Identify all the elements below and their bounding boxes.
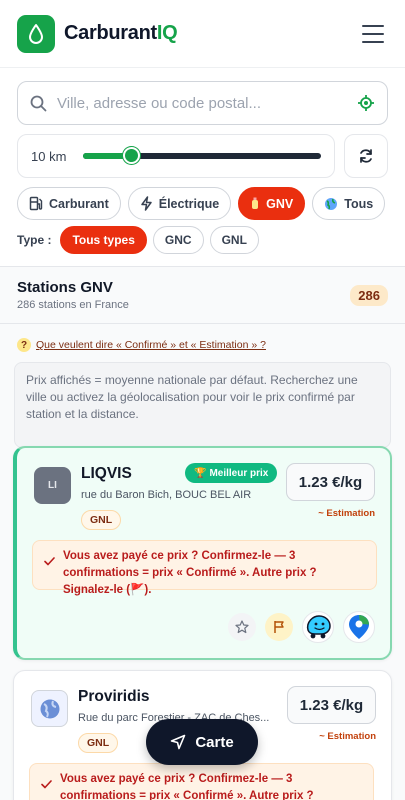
radius-slider[interactable] [83, 147, 321, 164]
trophy-icon: 🏆 [194, 467, 207, 479]
maps-button[interactable] [343, 611, 375, 643]
tab-gnv[interactable]: GNV [238, 187, 306, 220]
type-option-tous-types[interactable]: Tous types [60, 226, 147, 254]
fuel-type-tag: GNL [78, 733, 119, 753]
check-icon [41, 780, 52, 789]
waze-icon [306, 615, 331, 639]
question-icon: ? [17, 338, 31, 352]
stations-subtitle: 286 stations en France [17, 299, 129, 311]
stations-count-badge: 286 [350, 285, 388, 306]
lightning-icon [140, 196, 152, 211]
waze-button[interactable] [302, 611, 334, 643]
station-actions [228, 611, 375, 643]
globe-icon [325, 197, 338, 210]
confirm-price-banner[interactable]: Vous avez payé ce prix ? Confirmez-le — … [32, 540, 377, 596]
station-address: rue du Baron Bich, BOUC BEL AIR [81, 489, 252, 501]
stations-title: Stations GNV [17, 279, 113, 296]
fuel-tabs: Carburant Électrique GNV Tous [17, 187, 386, 220]
price-display[interactable]: 1.23 €/kg [287, 686, 376, 724]
confirm-text: Vous avez payé ce prix ? Confirmez-le — … [60, 773, 314, 800]
map-button[interactable]: Carte [146, 719, 258, 765]
station-name: Proviridis [78, 688, 150, 705]
faq-link-text[interactable]: Que veulent dire « Confirmé » et « Estim… [36, 339, 266, 351]
geolocate-icon[interactable] [357, 94, 375, 112]
tab-tous[interactable]: Tous [312, 187, 386, 220]
confirm-price-banner[interactable]: Vous avez payé ce prix ? Confirmez-le — … [29, 763, 374, 800]
report-button[interactable] [265, 613, 293, 641]
station-logo: LI [34, 467, 71, 504]
refresh-icon [360, 149, 372, 163]
hamburger-icon[interactable] [362, 24, 384, 43]
price-status: ~ Estimation [318, 508, 375, 519]
faq-link[interactable]: ? Que veulent dire « Confirmé » et « Est… [17, 338, 266, 352]
confirm-text: Vous avez payé ce prix ? Confirmez-le — … [63, 550, 317, 596]
info-message: Prix affichés = moyenne nationale par dé… [14, 362, 391, 448]
map-pin-icon [349, 615, 369, 639]
tab-label: Électrique [158, 196, 220, 211]
navigation-arrow-icon [171, 734, 186, 750]
search-bar [17, 81, 388, 125]
price-display[interactable]: 1.23 €/kg [286, 463, 375, 501]
station-name: LIQVIS [81, 465, 132, 482]
gas-cylinder-icon [252, 197, 259, 209]
tab-label: GNV [266, 196, 294, 211]
logo[interactable] [17, 14, 55, 53]
refresh-button[interactable] [344, 134, 388, 178]
radius-control: 10 km [17, 134, 335, 178]
tab-electrique[interactable]: Électrique [127, 187, 232, 220]
tab-carburant[interactable]: Carburant [17, 187, 121, 220]
tab-label: Carburant [49, 196, 109, 211]
filters-panel: 10 km Carburant Électrique [0, 68, 405, 266]
type-option-gnl[interactable]: GNL [209, 226, 259, 254]
price-status: ~ Estimation [319, 731, 376, 742]
best-price-label: Meilleur prix [209, 467, 269, 479]
fuel-type-tag: GNL [81, 510, 122, 530]
drop-icon [29, 23, 43, 44]
fuel-pump-icon [29, 196, 43, 211]
stations-header: Stations GNV 286 stations en France 286 [0, 266, 405, 324]
favorite-button[interactable] [228, 613, 256, 641]
type-filter-label: Type : [17, 233, 52, 247]
brand-name: CarburantIQ [64, 22, 178, 45]
brand-accent: IQ [156, 22, 178, 44]
station-card[interactable]: LI LIQVIS 🏆 Meilleur prix rue du Baron B… [13, 446, 392, 660]
type-option-gnc[interactable]: GNC [152, 226, 204, 254]
slider-thumb[interactable] [122, 147, 140, 164]
radius-label: 10 km [31, 148, 67, 164]
app-header: CarburantIQ [0, 0, 405, 68]
search-input[interactable] [57, 94, 357, 112]
station-logo [31, 690, 68, 727]
brand-main: Carburant [64, 22, 157, 44]
tab-label: Tous [344, 196, 374, 211]
map-button-label: Carte [195, 733, 234, 751]
star-icon [235, 620, 249, 634]
type-filter: Type : Tous types GNC GNL [17, 226, 259, 254]
best-price-badge: 🏆 Meilleur prix [185, 463, 278, 483]
flag-icon [274, 621, 284, 633]
globe-icon [40, 699, 59, 718]
check-icon [44, 557, 55, 566]
search-icon [30, 95, 47, 111]
